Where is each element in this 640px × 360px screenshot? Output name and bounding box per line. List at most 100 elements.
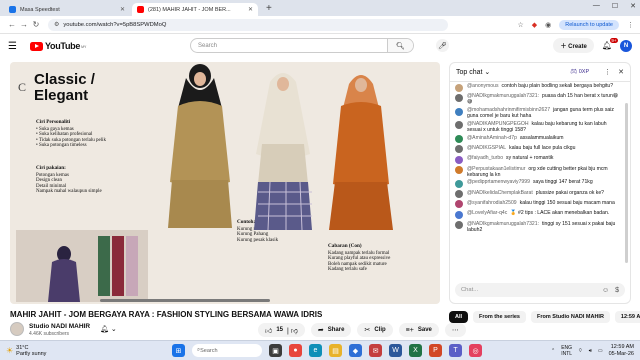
video-player[interactable]: C Classic / Elegant Ciri Personaliti Suk… — [10, 62, 440, 304]
chat-message: @syanifahrodiah2509 kalau tinggi 150 sesu… — [455, 200, 622, 209]
chat-author[interactable]: @NADIKGSPIAL — [467, 145, 506, 151]
save-label: Save — [417, 327, 432, 333]
word-icon[interactable]: W — [389, 344, 402, 357]
xp-badge[interactable]: 🎮︎ 0XP — [570, 69, 589, 75]
chat-message: @NADIkgmakmuruggalah7321: puasa dah 15 ha… — [455, 93, 622, 105]
chat-text: sy natural + romantik — [506, 155, 554, 162]
channel-avatar[interactable] — [10, 322, 24, 336]
volume-icon[interactable]: 🔊︎ — [589, 348, 592, 354]
browser-tab-speedtest[interactable]: Masa Speedtest ✕ — [4, 3, 130, 16]
chrome-icon[interactable]: ● — [289, 344, 302, 357]
tray-chevron-icon[interactable]: ⌃ — [551, 348, 555, 354]
money-icon[interactable]: $ — [615, 287, 619, 294]
maximize-icon[interactable]: ☐ — [612, 2, 618, 10]
site-info-icon[interactable]: ⚙ — [54, 21, 59, 28]
chat-author[interactable]: @NADIkgmakmuruggalah7321: — [467, 93, 539, 99]
close-tab-icon[interactable]: ✕ — [120, 6, 125, 13]
list-item: Kurung pesak klasik — [237, 237, 279, 243]
chip-from-series[interactable]: From the series — [473, 311, 526, 323]
excel-icon[interactable]: X — [409, 344, 422, 357]
search-input[interactable]: Search — [191, 43, 387, 49]
reload-icon[interactable]: ↻ — [30, 20, 42, 29]
chat-author[interactable]: @anonymous — [467, 83, 499, 89]
thumbs-down-icon[interactable]: | 👎︎ — [287, 326, 298, 335]
browser-tab-youtube[interactable]: (281) MAHIR JAHIT - JOM BER... ✕ — [132, 3, 258, 16]
close-window-icon[interactable]: ✕ — [630, 2, 636, 10]
search-box[interactable]: Search 🔍︎ — [190, 38, 414, 53]
chat-author[interactable]: @syanifahrodiah2509 — [467, 200, 517, 206]
chat-message: @NADIkelidaChemplakBarat plussize pakai o… — [455, 190, 622, 199]
emoji-icon[interactable]: ☺ — [602, 287, 609, 294]
wifi-icon[interactable]: ⌔ — [578, 348, 583, 354]
chip-from-channel[interactable]: From Studio NADI MAHIR — [531, 311, 610, 323]
taskbar-search[interactable]: ⌕ Search — [192, 344, 262, 357]
mail-icon[interactable]: ✉ — [369, 344, 382, 357]
chat-message: @NADIKGSPIAL kalau baju full lace pula ci… — [455, 145, 622, 154]
top-chat-dropdown[interactable]: Top chat ⌄ — [456, 68, 490, 76]
clip-label: Clip — [374, 327, 386, 333]
store-icon[interactable]: ◆ — [349, 344, 362, 357]
channel-name[interactable]: Studio NADI MAHIR — [29, 323, 90, 330]
chat-message: @LovelyAfiar-q4c 🏅 #2 tips : LACE akan me… — [455, 210, 622, 219]
close-chat-icon[interactable]: ✕ — [618, 68, 624, 76]
ciri-pakaian-heading: Ciri pakaian: — [36, 165, 66, 171]
model-figure-orange — [329, 75, 393, 230]
bookmark-star-icon[interactable]: ☆ — [518, 21, 524, 29]
chat-author[interactable]: @AminahAminah-d7p — [467, 135, 517, 141]
video-progress-bar[interactable] — [100, 299, 270, 302]
like-button[interactable]: 👍︎ 15 | 👎︎ — [258, 323, 305, 337]
task-view-icon[interactable]: ▣ — [269, 344, 282, 357]
search-icon[interactable]: 🔍︎ — [387, 39, 413, 52]
minimize-icon[interactable]: — — [593, 2, 600, 10]
list-item: Suka potongan timeless — [36, 143, 106, 149]
chip-more[interactable]: 12:59 AM — [614, 311, 640, 323]
language-indicator[interactable]: ENG INTL — [561, 345, 572, 357]
chat-author[interactable]: @NADIkelidaChemplakBarat — [467, 190, 533, 196]
new-tab-icon[interactable]: + — [260, 3, 278, 16]
chat-more-icon[interactable]: ⋮ — [604, 68, 611, 76]
teams-icon[interactable]: T — [449, 344, 462, 357]
clock[interactable]: 12:59 AM 05-Mar-26 — [609, 344, 634, 357]
app-icon[interactable]: ◎ — [469, 344, 482, 357]
more-actions-button[interactable]: ⋯ — [444, 323, 466, 337]
weather-widget[interactable]: ☀ 31°C Partly sunny — [0, 345, 46, 357]
close-tab-icon[interactable]: ✕ — [248, 6, 253, 13]
youtube-logo[interactable]: YouTube MY — [30, 41, 86, 51]
forward-icon[interactable]: → — [18, 20, 30, 29]
menu-icon[interactable]: ☰ — [8, 41, 26, 52]
chat-scrollbar[interactable] — [625, 103, 628, 263]
youtube-wordmark: YouTube — [45, 41, 81, 51]
edge-icon[interactable]: e — [309, 344, 322, 357]
notifications-bell-icon[interactable]: 🔔︎ 9+ — [602, 38, 618, 50]
chip-all[interactable]: All — [449, 311, 469, 323]
chat-header: Top chat ⌄ 🎮︎ 0XP ⋮ ✕ — [450, 63, 630, 82]
clip-button[interactable]: ✂ Clip — [357, 323, 393, 337]
subscribed-bell-icon[interactable]: 🔔︎ ⌄ — [100, 325, 117, 333]
chat-text: plussize pakai organza ok ke? — [535, 189, 605, 196]
browser-menu-icon[interactable]: ⋮ — [627, 21, 634, 29]
chat-author[interactable]: @pedipprtamenwyaviy7999 — [467, 179, 530, 185]
file-explorer-icon[interactable]: ▤ — [329, 344, 342, 357]
slide-title-line1: Classic / — [34, 71, 95, 88]
system-tray: ⌃ ENG INTL ⌔ 🔊︎ ▭ 12:59 AM 05-Mar-26 — [551, 344, 634, 357]
profile-icon[interactable]: ◉ — [545, 21, 551, 29]
save-button[interactable]: ≡+ Save — [398, 323, 439, 337]
microphone-icon[interactable]: 🎤︎ — [436, 39, 449, 52]
chat-author[interactable]: @faiyadh_turbo — [467, 155, 503, 161]
create-button[interactable]: ＋ Create — [553, 38, 594, 53]
url-bar[interactable]: ⚙ youtube.com/watch?v=5pB8SPWDMoQ — [48, 18, 448, 31]
powerpoint-icon[interactable]: P — [429, 344, 442, 357]
relaunch-button[interactable]: Relaunch to update — [559, 19, 619, 30]
battery-icon[interactable]: ▭ — [598, 348, 603, 354]
account-avatar[interactable]: N — [620, 39, 632, 52]
window-controls: — ☐ ✕ — [593, 2, 636, 10]
ciri-personaliti-block: Ciri Personaliti Suka gaya kemas Suka ke… — [36, 119, 106, 149]
extension-icon[interactable]: ◆ — [532, 21, 537, 29]
back-icon[interactable]: ← — [6, 20, 18, 29]
chat-avatar — [455, 121, 463, 130]
share-label: Share — [327, 327, 345, 333]
share-button[interactable]: ➦ Share — [310, 323, 352, 337]
chat-input[interactable]: Chat... ☺ $ — [455, 283, 625, 297]
chat-author[interactable]: @LovelyAfiar-q4c — [467, 210, 507, 216]
windows-start-icon[interactable]: ⊞ — [172, 344, 185, 357]
